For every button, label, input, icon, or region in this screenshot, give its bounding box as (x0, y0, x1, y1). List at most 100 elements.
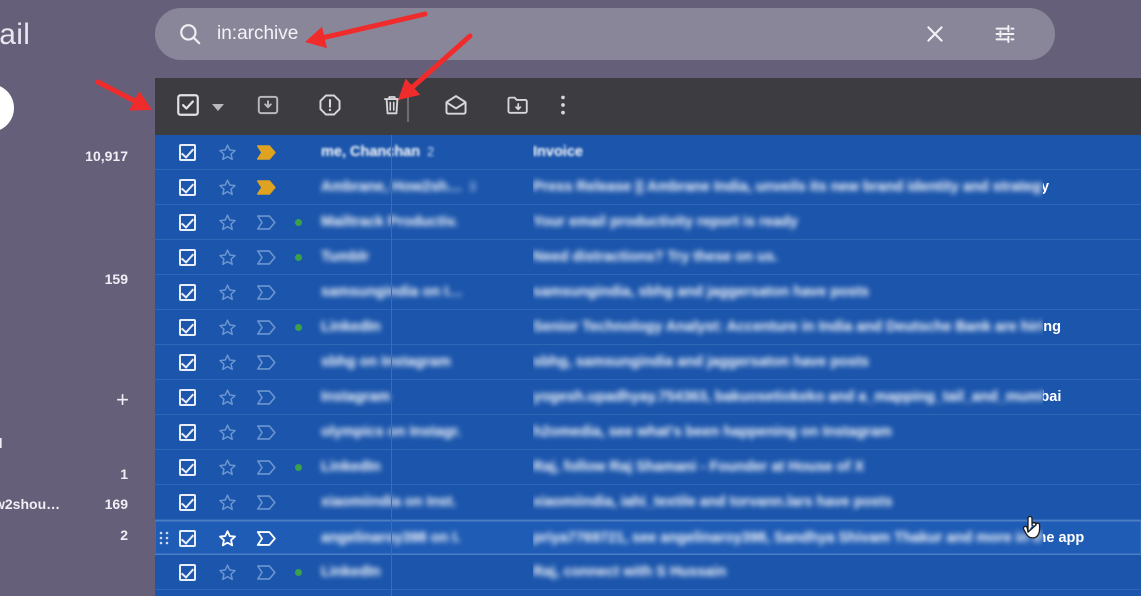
sender-cell: xiaomiindia on Inst. (321, 485, 501, 519)
mail-list[interactable]: me, Chanchan2InvoiceInvoiceAmbrane, How2… (155, 135, 1141, 596)
row-checkbox[interactable] (179, 555, 203, 589)
important-marker-icon[interactable] (255, 450, 281, 484)
sidebar-count: 2 (120, 527, 128, 543)
sender-cell: angelinaroy398 on I. (321, 521, 501, 555)
sender-cell: LinkedIn (321, 310, 501, 344)
important-marker-icon[interactable] (255, 275, 281, 309)
move-to-button[interactable] (505, 92, 533, 120)
report-spam-button[interactable] (317, 92, 345, 120)
star-icon[interactable] (217, 205, 241, 239)
presence-dot (295, 521, 307, 555)
important-marker-icon[interactable] (255, 485, 281, 519)
important-marker-icon[interactable] (255, 380, 281, 414)
mail-row[interactable]: LinkedIn Raj, connect with S HussainRaj, … (155, 555, 1141, 590)
toolbar-divider (407, 92, 409, 122)
important-marker-icon[interactable] (255, 170, 281, 204)
row-checkbox[interactable] (179, 485, 203, 519)
select-all-checkbox[interactable] (175, 92, 203, 120)
row-checkbox[interactable] (179, 345, 203, 379)
sender-cell: LinkedIn (321, 555, 501, 589)
star-icon[interactable] (217, 555, 241, 589)
presence-dot (295, 310, 307, 344)
mail-row[interactable]: sbhg on Instagram sbhg, samsungindia and … (155, 345, 1141, 380)
search-icon (177, 21, 203, 47)
sender-name: sbhg on Instagram (321, 354, 451, 370)
delete-button[interactable] (379, 92, 407, 120)
row-checkbox[interactable] (179, 170, 203, 204)
star-icon[interactable] (217, 170, 241, 204)
subject-text: Need distractions? Try these on us. (533, 249, 778, 265)
important-marker-icon[interactable] (255, 205, 281, 239)
star-icon[interactable] (217, 415, 241, 449)
star-icon[interactable] (217, 345, 241, 379)
mail-row[interactable]: Mailtrack Productiv. Your email productiv… (155, 205, 1141, 240)
tune-icon[interactable] (993, 22, 1017, 46)
sender-name: LinkedIn (321, 459, 381, 475)
mail-row[interactable]: angelinaroy398 on I. priya7769721, see an… (155, 520, 1141, 555)
plus-icon[interactable]: + (116, 389, 129, 411)
mail-row[interactable]: Tumblr Need distractions? Try these on us… (155, 240, 1141, 275)
subject-cell: h2omedia, see what's been happening on I… (533, 415, 1141, 449)
mail-row[interactable]: xiaomiindia on Inst. xiaomiindia, iahi_te… (155, 485, 1141, 520)
important-marker-icon[interactable] (255, 521, 281, 555)
subject-text: Your email productivity report is ready (533, 214, 798, 230)
star-icon[interactable] (217, 450, 241, 484)
star-icon[interactable] (217, 521, 241, 555)
star-icon[interactable] (217, 275, 241, 309)
important-marker-icon[interactable] (255, 415, 281, 449)
row-checkbox[interactable] (179, 135, 203, 169)
mail-toolbar[interactable] (155, 78, 1141, 135)
sender-name: LinkedIn (321, 564, 381, 580)
subject-text: sbhg, samsungindia and jaggersaton have … (533, 354, 869, 370)
star-icon[interactable] (217, 135, 241, 169)
subject-text-sharp-tail: priya7769721, see angelinaroy398, Sandhy… (1043, 530, 1085, 546)
subject-cell: Raj, follow Raj Shamani - Founder at Hou… (533, 450, 1141, 484)
row-checkbox[interactable] (179, 380, 203, 414)
close-icon[interactable] (923, 22, 947, 46)
row-checkbox[interactable] (179, 415, 203, 449)
important-marker-icon[interactable] (255, 345, 281, 379)
more-options-button[interactable] (558, 92, 572, 120)
mail-row[interactable]: Ambrane, How2sh… 3 Press Release || Ambran… (155, 170, 1141, 205)
mark-unread-button[interactable] (443, 92, 471, 120)
select-all-dropdown-chevron-down-icon[interactable] (212, 104, 224, 111)
search-bar[interactable]: in:archive (155, 8, 1055, 60)
important-marker-icon[interactable] (255, 135, 281, 169)
star-icon[interactable] (217, 380, 241, 414)
mail-row[interactable]: LinkedIn Senior Technology Analyst: Accen… (155, 310, 1141, 345)
mail-row[interactable]: samsungindia on I… samsungindia, sbhg and… (155, 275, 1141, 310)
subject-text: Raj, follow Raj Shamani - Founder at Hou… (533, 459, 865, 475)
mail-row[interactable]: LinkedIn Raj, follow Raj Shamani - Founde… (155, 450, 1141, 485)
subject-cell: Press Release || Ambrane India, unveils … (533, 170, 1141, 204)
subject-text: Invoice (533, 144, 583, 160)
row-checkbox[interactable] (179, 205, 203, 239)
important-marker-icon[interactable] (255, 310, 281, 344)
sender-cell: sbhg on Instagram (321, 345, 501, 379)
star-icon[interactable] (217, 485, 241, 519)
presence-dot (295, 205, 307, 239)
archive-button[interactable] (255, 92, 283, 120)
star-icon[interactable] (217, 240, 241, 274)
row-checkbox[interactable] (179, 310, 203, 344)
compose-button[interactable] (0, 84, 14, 132)
row-checkbox[interactable] (179, 450, 203, 484)
star-icon[interactable] (217, 310, 241, 344)
row-checkbox[interactable] (179, 521, 203, 555)
mail-row[interactable]: olympics on Instagr. h2omedia, see what's… (155, 415, 1141, 450)
subject-cell: Raj, connect with S HussainRaj, connect … (533, 555, 1141, 589)
sender-cell: olympics on Instagr. (321, 415, 501, 449)
important-marker-icon[interactable] (255, 555, 281, 589)
subject-cell: xiaomiindia, iahi_textile and torvann.la… (533, 485, 1141, 519)
sender-name: xiaomiindia on Inst. (321, 494, 457, 510)
sender-name: Instagram (321, 389, 391, 405)
important-marker-icon[interactable] (255, 240, 281, 274)
mail-row[interactable]: Instagram yogesh.upadhyay.754363, bakuose… (155, 380, 1141, 415)
mail-row[interactable]: me, Chanchan 2 InvoiceInvoice (155, 135, 1141, 170)
subject-text: Senior Technology Analyst: Accenture in … (533, 319, 1043, 335)
list-column-divider (391, 135, 392, 596)
row-checkbox[interactable] (179, 240, 203, 274)
row-checkbox[interactable] (179, 275, 203, 309)
search-input[interactable]: in:archive (217, 23, 298, 45)
sidebar-count: 169 (104, 496, 128, 512)
drag-handle-icon[interactable] (159, 521, 175, 555)
